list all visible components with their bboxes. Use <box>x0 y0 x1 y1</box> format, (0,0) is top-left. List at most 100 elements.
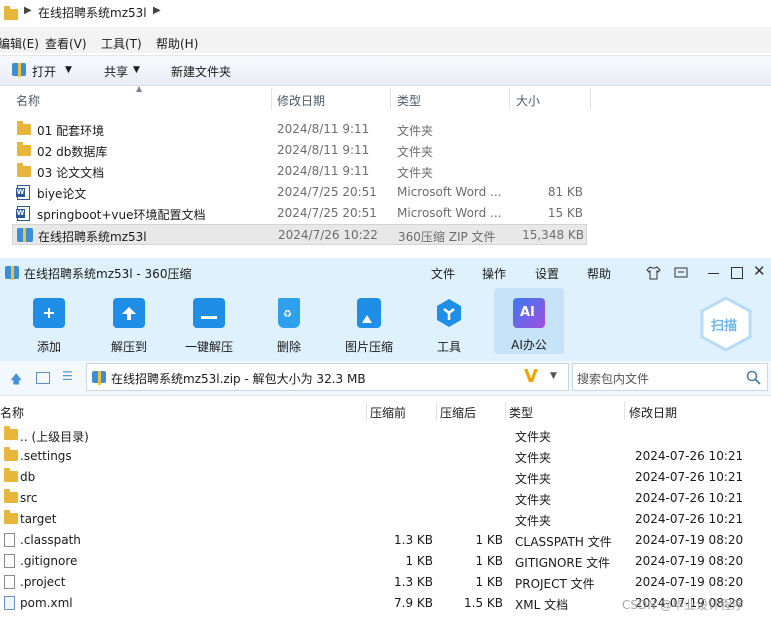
word-doc-icon <box>16 206 30 221</box>
v-logo-icon[interactable]: V <box>524 366 538 387</box>
file-row[interactable]: biye论文 2024/7/25 20:51 Microsoft Word ..… <box>12 182 587 203</box>
extract-to-button[interactable]: 解压到 <box>97 296 161 356</box>
zip-file-date: 2024-07-26 10:21 <box>635 449 744 463</box>
path-text: 在线招聘系统mz53l.zip - 解包大小为 32.3 MB <box>111 372 366 386</box>
search-icon[interactable] <box>746 370 761 385</box>
zip-row[interactable]: target 文件夹 2024-07-26 10:21 <box>0 509 771 530</box>
explorer-toolbar: 打开 ▼ 共享 ▼ 新建文件夹 <box>0 55 771 86</box>
chevron-right-icon[interactable]: ▶ <box>24 5 32 16</box>
zip-app-icon <box>5 266 19 280</box>
column-date[interactable]: 修改日期 <box>277 92 325 109</box>
add-button[interactable]: 添加 <box>17 296 81 356</box>
chevron-down-icon[interactable]: ▼ <box>133 65 140 75</box>
breadcrumb[interactable]: 在线招聘系统mz53l <box>38 4 147 21</box>
zip-path-bar: 🡅 ☰ 在线招聘系统mz53l.zip - 解包大小为 32.3 MB V ▼ … <box>0 361 771 396</box>
divider <box>436 402 437 420</box>
menu-settings[interactable]: 设置 <box>535 265 559 282</box>
zip-file-type: 文件夹 <box>515 430 552 444</box>
file-row[interactable]: springboot+vue环境配置文档 2024/7/25 20:51 Mic… <box>12 203 587 224</box>
zip-title-bar: 在线招聘系统mz53l - 360压缩 文件 操作 设置 帮助 ✕ <box>0 258 771 287</box>
search-input[interactable]: 搜索包内文件 <box>572 363 768 391</box>
zip-row[interactable]: .. (上级目录) 文件夹 <box>0 425 771 446</box>
file-row[interactable]: 01 配套环境 2024/8/11 9:11 文件夹 <box>12 119 587 140</box>
menu-edit[interactable]: 编辑(E) <box>0 35 39 52</box>
one-click-extract-button[interactable]: 一键解压 <box>177 296 241 356</box>
file-date: 2024/7/26 10:22 <box>278 228 378 242</box>
zip-column-name[interactable]: 名称 <box>0 404 24 421</box>
zip-size-before: 1 KB <box>405 554 433 568</box>
zip-row[interactable]: .classpath 1.3 KB 1 KB CLASSPATH 文件 2024… <box>0 530 771 551</box>
zip-column-date[interactable]: 修改日期 <box>629 404 677 421</box>
list-view-icon[interactable]: ☰ <box>62 369 73 383</box>
zip-size-after: 1.5 KB <box>464 596 503 610</box>
scan-label: 扫描 <box>711 319 738 334</box>
file-row-selected[interactable]: 在线招聘系统mz53l 2024/7/26 10:22 360压缩 ZIP 文件… <box>12 224 587 245</box>
chevron-down-icon[interactable]: ▼ <box>65 65 72 75</box>
minimize-icon[interactable] <box>708 273 719 274</box>
file-size: 81 KB <box>547 185 583 199</box>
share-button[interactable]: 共享 <box>104 63 128 80</box>
path-field[interactable]: 在线招聘系统mz53l.zip - 解包大小为 32.3 MB V ▼ <box>86 363 569 391</box>
zip-column-after[interactable]: 压缩后 <box>440 404 476 421</box>
menu-tools[interactable]: 工具(T) <box>101 35 142 52</box>
menu-view[interactable]: 查看(V) <box>45 35 87 52</box>
zip-row[interactable]: .gitignore 1 KB 1 KB GITIGNORE 文件 2024-0… <box>0 551 771 572</box>
column-size[interactable]: 大小 <box>516 92 540 109</box>
file-row[interactable]: 02 db数据库 2024/8/11 9:11 文件夹 <box>12 140 587 161</box>
up-arrow-icon[interactable]: 🡅 <box>10 370 22 391</box>
maximize-icon[interactable] <box>731 267 743 279</box>
ai-badge: AI <box>520 305 535 320</box>
file-name: 03 论文文档 <box>37 166 105 180</box>
word-doc-icon <box>16 185 30 200</box>
trash-icon: ♻ <box>278 298 300 328</box>
delete-button[interactable]: ♻ 删除 <box>257 296 321 356</box>
new-folder-button[interactable]: 新建文件夹 <box>171 63 231 80</box>
image-compress-icon <box>357 298 381 328</box>
file-type: Microsoft Word ... <box>397 185 502 199</box>
zip-file-type: 文件夹 <box>515 472 552 486</box>
chevron-down-icon[interactable]: ▼ <box>550 371 557 381</box>
zip-file-date: 2024-07-26 10:21 <box>635 491 744 505</box>
folder-icon <box>4 426 18 440</box>
file-type: 360压缩 ZIP 文件 <box>398 230 496 244</box>
image-compress-button[interactable]: 图片压缩 <box>337 296 401 356</box>
explorer-title-bar: ▶ 在线招聘系统mz53l ▶ <box>0 0 771 26</box>
feedback-icon[interactable] <box>674 267 688 279</box>
ai-office-label: AI办公 <box>511 338 547 352</box>
folder-icon <box>17 142 31 156</box>
zip-size-before: 7.9 KB <box>394 596 433 610</box>
file-type: 文件夹 <box>397 145 434 159</box>
close-icon[interactable]: ✕ <box>753 262 766 280</box>
divider <box>590 88 591 110</box>
zip-row[interactable]: .project 1.3 KB 1 KB PROJECT 文件 2024-07-… <box>0 572 771 593</box>
zip-file-name: .settings <box>20 449 72 463</box>
scan-button[interactable]: 扫描 <box>699 296 753 352</box>
divider <box>390 88 391 110</box>
column-type[interactable]: 类型 <box>397 92 421 109</box>
zip-file-type: CLASSPATH 文件 <box>515 535 612 549</box>
divider <box>509 88 510 110</box>
zip-size-after: 1 KB <box>475 533 503 547</box>
skin-icon[interactable] <box>646 266 661 280</box>
zip-file-date: 2024-07-19 08:20 <box>635 575 744 589</box>
chevron-right-icon[interactable]: ▶ <box>153 5 161 16</box>
zip-row[interactable]: db 文件夹 2024-07-26 10:21 <box>0 467 771 488</box>
menu-operate[interactable]: 操作 <box>482 265 506 282</box>
one-click-extract-icon <box>193 298 225 328</box>
zip-file-type: GITIGNORE 文件 <box>515 556 611 570</box>
zip-column-type[interactable]: 类型 <box>509 404 533 421</box>
ai-office-button[interactable]: AI AI办公 <box>494 288 564 354</box>
file-row[interactable]: 03 论文文档 2024/8/11 9:11 文件夹 <box>12 161 587 182</box>
zip-column-before[interactable]: 压缩前 <box>370 404 406 421</box>
open-button[interactable]: 打开 <box>32 63 56 80</box>
menu-help[interactable]: 帮助 <box>587 265 611 282</box>
zip-row[interactable]: .settings 文件夹 2024-07-26 10:21 <box>0 446 771 467</box>
tools-button[interactable]: 工具 <box>417 296 481 356</box>
menu-help[interactable]: 帮助(H) <box>156 35 198 52</box>
column-name[interactable]: 名称 <box>16 92 40 109</box>
menu-bar: 编辑(E) 查看(V) 工具(T) 帮助(H) <box>0 31 771 53</box>
zip-row[interactable]: src 文件夹 2024-07-26 10:21 <box>0 488 771 509</box>
folder-icon <box>4 489 18 503</box>
menu-file[interactable]: 文件 <box>431 265 455 282</box>
view-icon[interactable] <box>36 372 50 384</box>
